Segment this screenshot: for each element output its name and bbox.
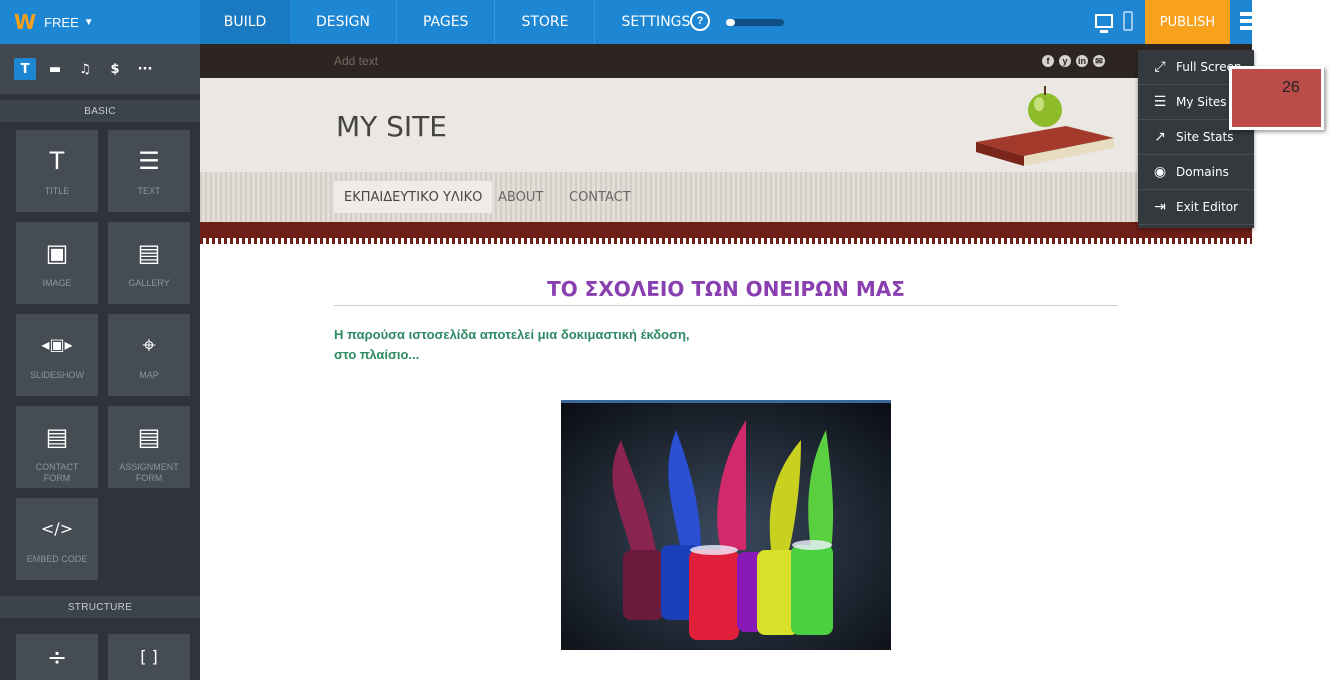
assignment-form-icon: ▤ — [137, 423, 161, 451]
contact-form-tile[interactable]: ▤ CONTACT FORM — [16, 406, 98, 488]
plan-dropdown[interactable]: W FREE ▼ — [0, 0, 200, 44]
spacer-tile[interactable]: [ ] — [108, 634, 190, 680]
linkedin-icon[interactable]: in — [1076, 55, 1088, 67]
tile-label: IMAGE — [42, 278, 72, 288]
slideshow-tile[interactable]: ◂▣▸ SLIDESHOW — [16, 314, 98, 396]
setup-progress-bar — [726, 19, 784, 26]
spacer-icon: [ ] — [140, 647, 158, 666]
site-header: MY SITE — [200, 78, 1252, 172]
menu-item-label: Site Stats — [1176, 130, 1234, 144]
menu-item-label: Domains — [1176, 165, 1229, 179]
site-stats-icon: ↗ — [1154, 129, 1166, 145]
slideshow-icon: ◂▣▸ — [41, 335, 73, 354]
desktop-view-icon[interactable] — [1095, 14, 1113, 33]
structure-heading: STRUCTURE — [0, 596, 200, 618]
top-toolbar: W FREE ▼ BUILD DESIGN PAGES STORE SETTIN… — [0, 0, 1252, 44]
site-nav-item-contact[interactable]: CONTACT — [569, 181, 631, 213]
tile-label: TEXT — [137, 186, 161, 196]
tab-layout[interactable]: ▬ — [44, 58, 66, 80]
embed-code-tile[interactable]: </> EMBED CODE — [16, 498, 98, 580]
menu-item-domains[interactable]: ◉ Domains — [1138, 155, 1254, 190]
divider-icon: ÷ — [46, 643, 68, 671]
tab-more[interactable]: ··· — [134, 58, 156, 80]
gallery-icon: ▤ — [137, 239, 161, 267]
exit-editor-icon: ⇥ — [1154, 199, 1166, 215]
menu-item-label: My Sites — [1176, 95, 1227, 109]
email-icon[interactable]: ✉ — [1093, 55, 1105, 67]
assignment-form-tile[interactable]: ▤ ASSIGNMENT FORM — [108, 406, 190, 488]
tab-store[interactable]: STORE — [494, 0, 594, 44]
weebly-editor: W FREE ▼ BUILD DESIGN PAGES STORE SETTIN… — [0, 0, 1330, 680]
mobile-view-icon[interactable] — [1123, 11, 1133, 31]
basic-elements: T TITLE ☰ TEXT ▣ IMAGE ▤ GALLERY ◂▣▸ SLIDESHOW ⌖ MA… — [0, 122, 200, 608]
header-divider-band — [200, 222, 1252, 244]
text-icon: ☰ — [138, 147, 160, 175]
map-icon: ⌖ — [142, 331, 156, 359]
site-navigation: ΕΚΠΑΙΔΕΥΤΙΚΟ ΥΛΙΚΟ ABOUT CONTACT — [200, 172, 1252, 222]
my-sites-icon: ☰ — [1153, 94, 1167, 110]
tab-pages[interactable]: PAGES — [395, 0, 494, 44]
page-heading[interactable]: ΤΟ ΣΧΟΛΕΙΟ ΤΩΝ ΟΝΕΙΡΩΝ ΜΑΣ — [334, 277, 1118, 301]
progress-fill — [726, 19, 735, 26]
site-title[interactable]: MY SITE — [336, 110, 447, 143]
twitter-icon[interactable]: y — [1059, 55, 1071, 67]
apple-icon — [1028, 86, 1062, 127]
tab-media[interactable]: ♫ — [74, 58, 96, 80]
tile-label: SLIDESHOW — [29, 370, 84, 380]
publish-button[interactable]: PUBLISH — [1145, 0, 1230, 44]
title-tile[interactable]: T TITLE — [16, 130, 98, 212]
menu-item-exit-editor[interactable]: ⇥ Exit Editor — [1138, 190, 1254, 225]
tab-commerce[interactable]: $ — [104, 58, 126, 80]
tile-label: GALLERY — [128, 278, 170, 288]
help-icon[interactable]: ? — [690, 11, 710, 31]
tile-label: EMBED CODE — [26, 554, 88, 564]
add-text-placeholder[interactable]: Add text — [334, 54, 378, 68]
gallery-tile[interactable]: ▤ GALLERY — [108, 222, 190, 304]
tile-label: CONTACT FORM — [35, 462, 79, 483]
embed-code-icon: </> — [40, 519, 74, 538]
facebook-icon[interactable]: f — [1042, 55, 1054, 67]
plan-label: FREE — [44, 14, 79, 30]
contact-form-icon: ▤ — [45, 423, 69, 451]
tab-build[interactable]: BUILD — [200, 0, 290, 44]
tile-label: MAP — [139, 370, 159, 380]
paint-jars-image[interactable] — [561, 400, 891, 650]
menu-item-label: Exit Editor — [1176, 200, 1239, 214]
tab-basic-text[interactable]: T — [14, 58, 36, 80]
image-tile[interactable]: ▣ IMAGE — [16, 222, 98, 304]
intro-paragraph[interactable]: Η παρούσα ιστοσελίδα αποτελεί μια δοκιμα… — [334, 325, 754, 365]
title-icon: T — [49, 147, 65, 175]
social-icons: f y in ✉ — [1042, 55, 1105, 67]
divider-tile[interactable]: ÷ — [16, 634, 98, 680]
image-icon: ▣ — [45, 239, 69, 267]
chevron-down-icon: ▼ — [83, 16, 94, 28]
hamburger-menu-icon[interactable] — [1240, 12, 1252, 32]
full-screen-icon: ⤢ — [1154, 59, 1166, 75]
intro-line-2: στο πλαίσιο... — [334, 347, 420, 362]
tile-label: ASSIGNMENT FORM — [119, 462, 179, 483]
elements-panel: T ▬ ♫ $ ··· BASIC T TITLE ☰ TEXT ▣ IMAGE ▤ GALL… — [0, 44, 200, 680]
heading-divider — [334, 305, 1118, 306]
site-nav-item-educational-material[interactable]: ΕΚΠΑΙΔΕΥΤΙΚΟ ΥΛΙΚΟ — [334, 181, 493, 213]
element-category-tabs: T ▬ ♫ $ ··· — [0, 44, 200, 94]
domains-icon: ◉ — [1153, 164, 1167, 180]
main-nav: BUILD DESIGN PAGES STORE SETTINGS — [200, 0, 716, 44]
basic-heading: BASIC — [0, 100, 200, 122]
text-tile[interactable]: ☰ TEXT — [108, 130, 190, 212]
tile-label: TITLE — [44, 186, 70, 196]
weebly-logo-icon: W — [14, 10, 37, 34]
site-nav-item-about[interactable]: ABOUT — [498, 181, 543, 213]
tab-design[interactable]: DESIGN — [290, 0, 396, 44]
map-tile[interactable]: ⌖ MAP — [108, 314, 190, 396]
site-top-strip: Add text f y in ✉ — [200, 44, 1252, 78]
intro-line-1: Η παρούσα ιστοσελίδα αποτελεί μια δοκιμα… — [334, 327, 690, 342]
page-number-badge: 26 — [1229, 66, 1324, 130]
